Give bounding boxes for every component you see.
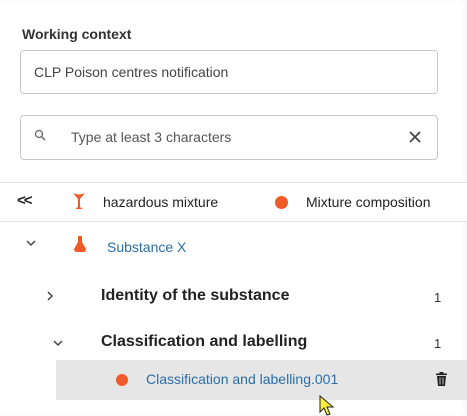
section-count: 1 bbox=[434, 290, 442, 305]
collapse-panel-button[interactable]: << bbox=[17, 192, 32, 209]
tab-mixture-composition[interactable]: Mixture composition bbox=[306, 183, 431, 221]
search-placeholder: Type at least 3 characters bbox=[71, 129, 232, 145]
flask-icon bbox=[74, 236, 86, 252]
search-input[interactable]: Type at least 3 characters bbox=[20, 115, 438, 160]
navigation-panel: Working context CLP Poison centres notif… bbox=[0, 0, 467, 416]
search-icon bbox=[34, 129, 46, 141]
chevron-right-icon[interactable] bbox=[44, 290, 56, 302]
mixture-flask-icon bbox=[73, 193, 85, 209]
tab-hazardous-mixture[interactable]: hazardous mixture bbox=[103, 183, 218, 221]
section-count: 1 bbox=[434, 336, 442, 351]
chevron-down-icon[interactable] bbox=[52, 337, 64, 349]
trash-icon[interactable] bbox=[436, 372, 447, 386]
tree-item-substance-x[interactable]: Substance X bbox=[107, 239, 186, 255]
document-link[interactable]: Classification and labelling.001 bbox=[146, 371, 338, 387]
chevron-down-icon[interactable] bbox=[25, 237, 37, 249]
working-context-title: Working context bbox=[22, 26, 132, 42]
context-tabs-bar: << hazardous mixture Mixture composition bbox=[0, 182, 467, 222]
tree-section-classification[interactable]: Classification and labelling bbox=[101, 333, 307, 351]
orange-dot-icon bbox=[275, 196, 288, 209]
tree-section-identity[interactable]: Identity of the substance bbox=[101, 287, 289, 305]
orange-dot-icon bbox=[116, 374, 128, 386]
working-context-field[interactable]: CLP Poison centres notification bbox=[20, 50, 438, 94]
mouse-pointer-icon bbox=[319, 395, 335, 416]
close-icon[interactable] bbox=[407, 129, 423, 145]
